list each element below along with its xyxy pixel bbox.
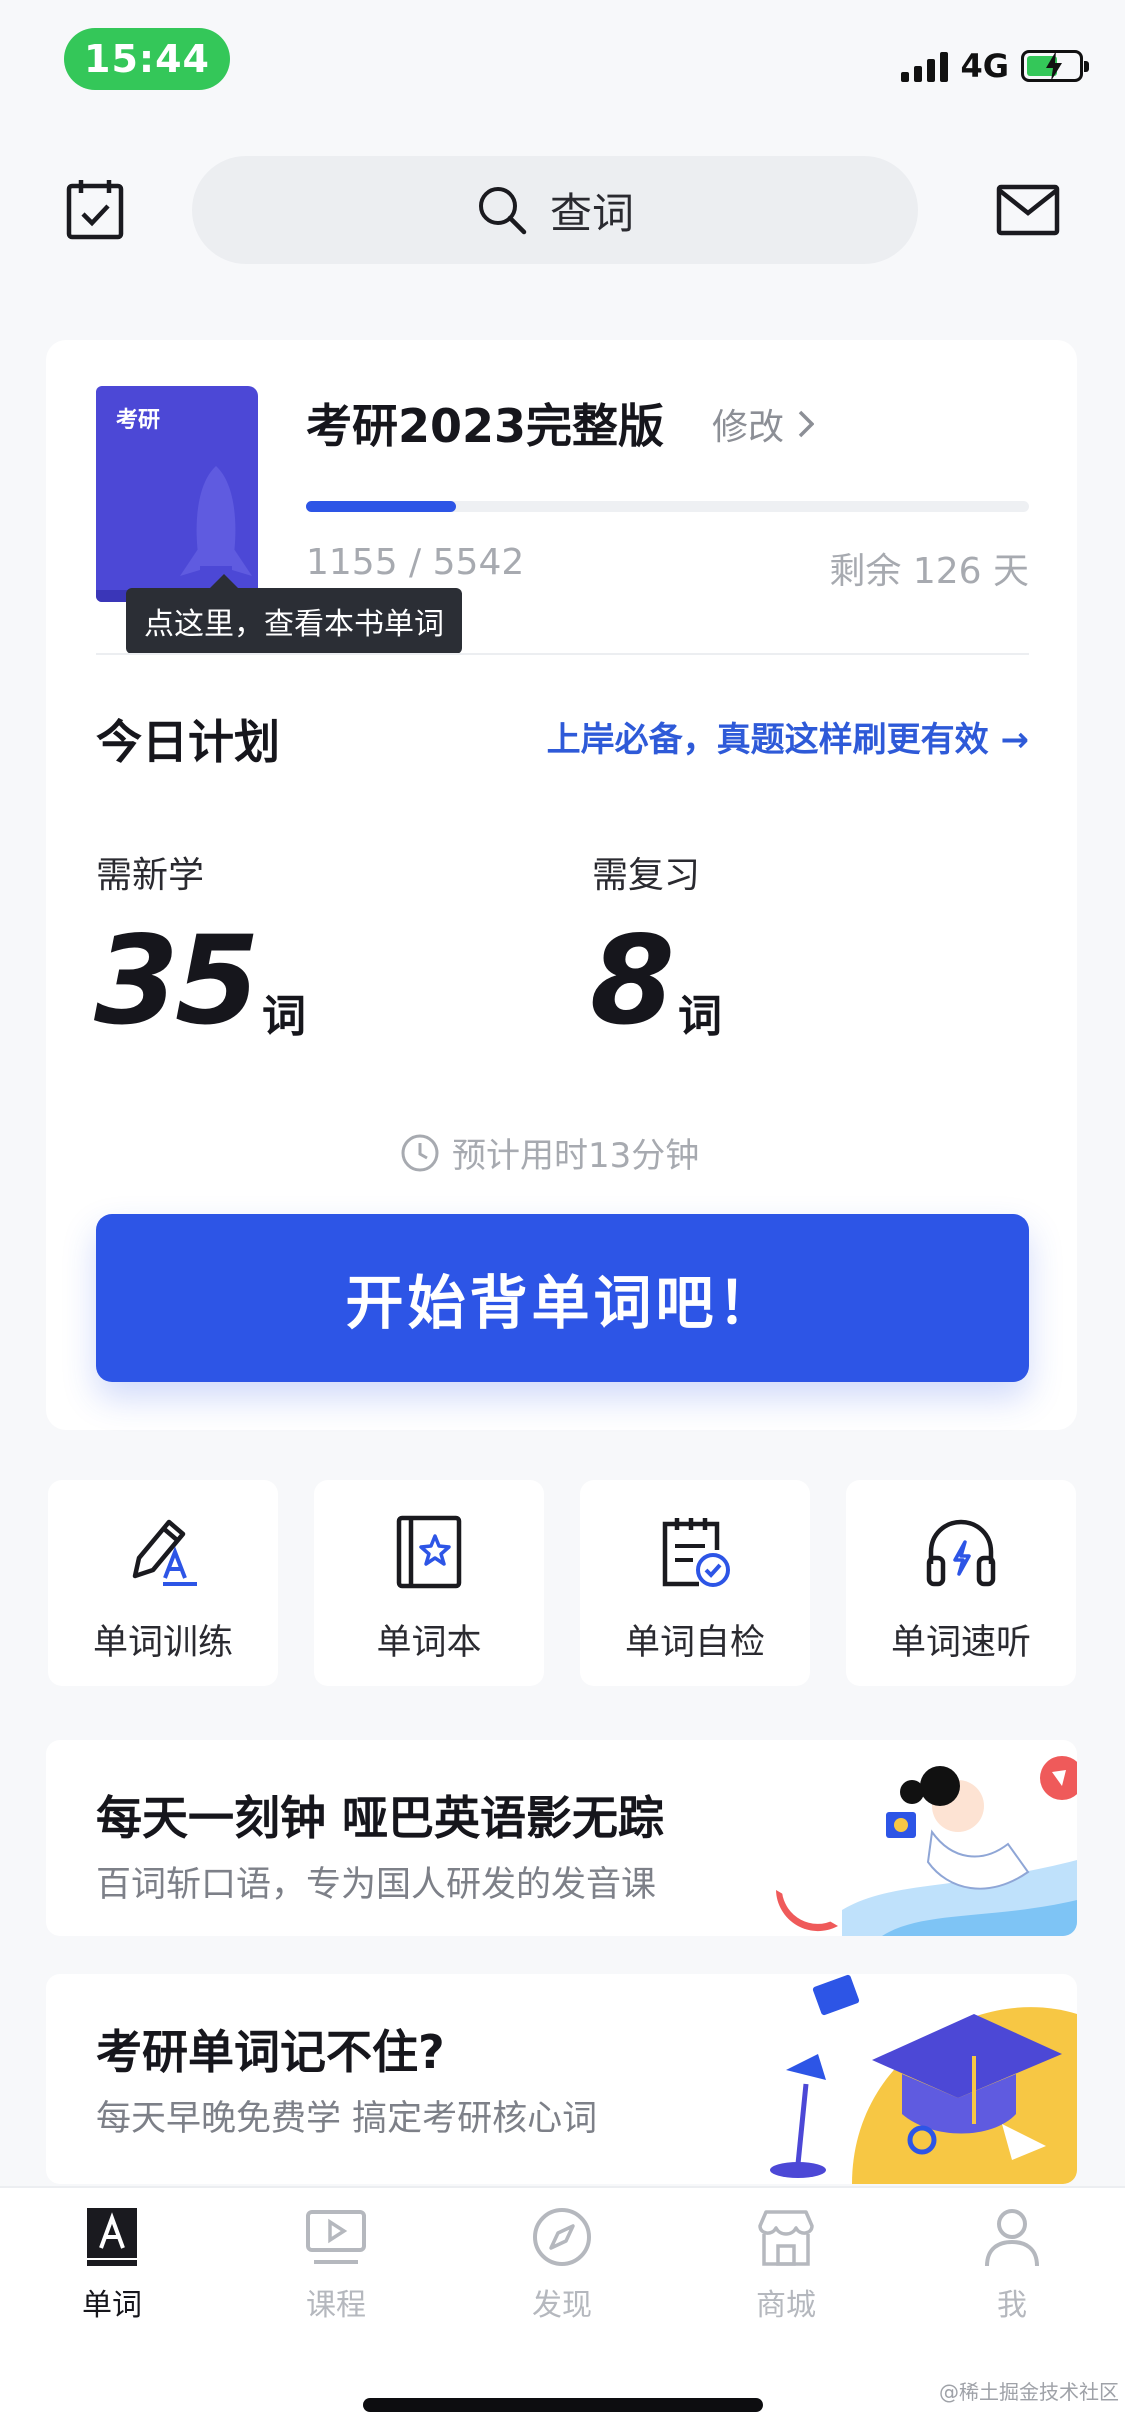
network-type: 4G [960, 47, 1009, 85]
speaking-illustration [776, 1756, 1077, 1936]
battery-icon [1021, 50, 1089, 82]
status-time: 15:44 [64, 28, 230, 90]
time-estimate-text: 预计用时13分钟 [452, 1136, 700, 1176]
graduation-illustration [770, 1974, 1077, 2184]
chevron-right-icon [798, 410, 815, 438]
tab-words[interactable]: 单词 [42, 2206, 182, 2324]
status-indicators: 4G [901, 44, 1089, 88]
headphones-icon [926, 1519, 996, 1587]
tab-label: 课程 [306, 2288, 366, 2323]
tab-label: 商城 [756, 2288, 816, 2323]
feature-label: 单词训练 [92, 1623, 233, 1663]
mail-icon[interactable] [996, 184, 1060, 236]
search-bar[interactable]: 查词 [192, 156, 918, 264]
book-title: 考研2023完整版 [306, 399, 665, 453]
new-words-label: 需新学 [96, 855, 205, 896]
store-icon [758, 2210, 814, 2266]
book-cover-label: 考研 [116, 408, 161, 433]
divider [96, 653, 1029, 655]
progress-count: 1155 / 5542 [306, 542, 525, 583]
star-book-icon [396, 1515, 462, 1589]
plan-title: 今日计划 [96, 715, 280, 769]
word-icon [87, 2208, 137, 2266]
feature-label: 单词自检 [624, 1623, 765, 1663]
calendar-check-icon[interactable] [66, 178, 124, 240]
feature-self-check[interactable]: 单词自检 [580, 1480, 810, 1686]
review-words-unit: 词 [678, 991, 722, 1042]
checklist-icon [662, 1518, 730, 1587]
clock-icon [401, 1134, 439, 1171]
days-remaining: 剩余 126 天 [829, 551, 1029, 592]
tab-discover[interactable]: 发现 [492, 2206, 632, 2324]
feature-quick-listen[interactable]: 单词速听 [846, 1480, 1076, 1686]
tab-label: 我 [997, 2288, 1027, 2323]
banner-subtitle: 每天早晚免费学 搞定考研核心词 [96, 2099, 598, 2139]
modify-book-link[interactable]: 修改 [712, 398, 815, 450]
start-study-button[interactable]: 开始背单词吧！ [96, 1214, 1029, 1382]
new-words-unit: 词 [262, 991, 306, 1042]
tab-courses[interactable]: 课程 [266, 2206, 406, 2324]
book-tooltip[interactable]: 点这里，查看本书单词 [126, 574, 462, 654]
promo-banner-speaking[interactable]: 每天一刻钟 哑巴英语影无踪 百词斩口语，专为国人研发的发音课 [46, 1740, 1077, 1936]
tab-store[interactable]: 商城 [716, 2206, 856, 2324]
book-cover[interactable]: 考研 [96, 386, 258, 602]
tab-profile[interactable]: 我 [942, 2206, 1082, 2324]
feature-label: 单词速听 [890, 1623, 1031, 1663]
home-indicator[interactable] [363, 2398, 763, 2412]
progress-fill [306, 501, 457, 512]
promo-banner-vocabulary[interactable]: 考研单词记不住? 每天早晚免费学 搞定考研核心词 [46, 1974, 1077, 2184]
video-icon [306, 2210, 366, 2264]
banner-subtitle: 百词斩口语，专为国人研发的发音课 [96, 1865, 657, 1905]
banner-title: 考研单词记不住? [96, 2025, 445, 2079]
new-words-count: 35 [94, 910, 260, 1052]
review-words-count: 8 [590, 910, 675, 1052]
watermark: @稀土掘金技术社区 [939, 2380, 1119, 2404]
modify-label: 修改 [712, 407, 785, 448]
review-words-label: 需复习 [592, 855, 701, 896]
exam-tips-link[interactable]: 上岸必备，真题这样刷更有效 → [547, 712, 1029, 761]
tab-label: 发现 [532, 2288, 592, 2323]
signal-icon [901, 50, 949, 82]
search-icon [478, 187, 527, 235]
profile-icon [985, 2209, 1039, 2267]
banner-title: 每天一刻钟 哑巴英语影无踪 [96, 1791, 665, 1845]
time-estimate: 预计用时13分钟 [400, 1128, 699, 1177]
tab-label: 单词 [82, 2288, 142, 2323]
feature-label: 单词本 [376, 1623, 482, 1663]
search-placeholder: 查词 [549, 188, 634, 238]
pencil-icon [132, 1519, 197, 1586]
feature-wordbook[interactable]: 单词本 [314, 1480, 544, 1686]
feature-word-training[interactable]: 单词训练 [48, 1480, 278, 1686]
compass-icon [533, 2208, 591, 2266]
